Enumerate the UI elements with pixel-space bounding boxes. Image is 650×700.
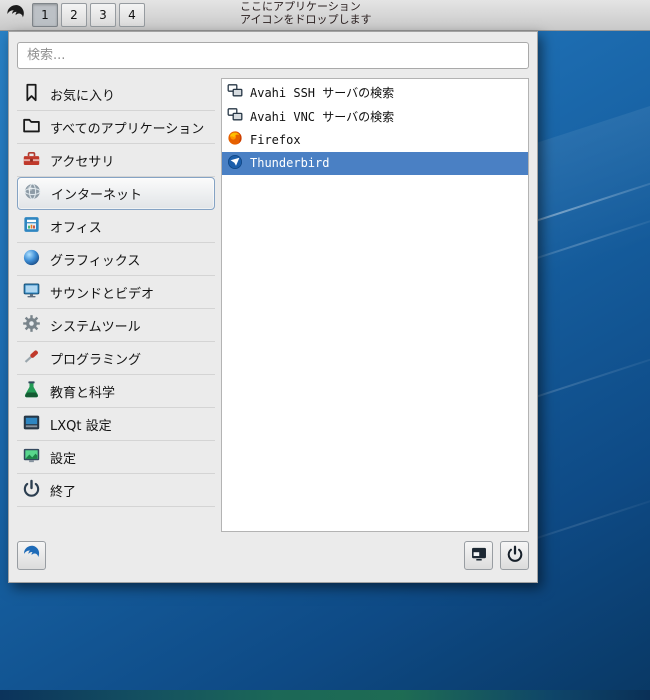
category-label: アクセサリ <box>50 154 115 170</box>
category-label: オフィス <box>50 220 102 236</box>
category-item-programming[interactable]: プログラミング <box>17 342 215 375</box>
category-item-education-science[interactable]: 教育と科学 <box>17 375 215 408</box>
power-icon <box>506 545 524 566</box>
category-label: お気に入り <box>50 88 116 104</box>
category-item-favorites[interactable]: お気に入り <box>17 78 215 111</box>
power-icon <box>22 479 41 502</box>
lxqt-logo-button[interactable] <box>17 540 46 570</box>
app-item-thunderbird[interactable]: Thunderbird <box>222 151 528 175</box>
session-buttons <box>464 540 529 570</box>
avahi-icon <box>227 107 243 126</box>
category-item-office[interactable]: オフィス <box>17 210 215 243</box>
app-label: Firefox <box>250 132 301 147</box>
app-item-avahi-vnc[interactable]: Avahi VNC サーバの検索 <box>222 105 528 129</box>
search-input[interactable] <box>17 42 529 69</box>
folder-icon <box>22 116 41 139</box>
globe-icon <box>23 182 42 205</box>
category-item-leave[interactable]: 終了 <box>17 474 215 507</box>
app-item-avahi-ssh[interactable]: Avahi SSH サーバの検索 <box>222 81 528 105</box>
category-item-accessories[interactable]: アクセサリ <box>17 144 215 177</box>
workspace-button-4[interactable]: 4 <box>119 3 145 27</box>
lxqt-bird-icon <box>21 543 42 567</box>
category-label: LXQt 設定 <box>50 418 112 434</box>
category-label: 教育と科学 <box>50 385 116 401</box>
app-label: Thunderbird <box>250 156 330 171</box>
thunderbird-icon <box>227 154 243 173</box>
flask-icon <box>22 380 41 403</box>
app-label: Avahi VNC サーバの検索 <box>250 109 395 124</box>
bookmark-icon <box>22 83 41 106</box>
firefox-icon <box>227 130 243 149</box>
category-label: 終了 <box>50 484 77 500</box>
tools-icon <box>22 347 41 370</box>
settings-icon <box>22 446 41 469</box>
category-label: プログラミング <box>50 352 142 368</box>
lxqt-settings-icon <box>22 413 41 436</box>
category-item-graphics[interactable]: グラフィックス <box>17 243 215 276</box>
category-item-all-applications[interactable]: すべてのアプリケーション <box>17 111 215 144</box>
screen-leave-icon <box>470 545 488 566</box>
category-label: グラフィックス <box>50 253 141 269</box>
category-item-lxqt-settings[interactable]: LXQt 設定 <box>17 408 215 441</box>
workspace-button-2[interactable]: 2 <box>61 3 87 27</box>
app-label: Avahi SSH サーバの検索 <box>250 86 395 101</box>
workspace-switcher: 1 2 3 4 <box>32 3 145 27</box>
category-list: お気に入り すべてのアプリケーション アクセサリ インターネット オフィス グラ… <box>17 78 215 507</box>
monitor-icon <box>22 281 41 304</box>
workspace-button-1[interactable]: 1 <box>32 3 58 27</box>
sphere-icon <box>22 248 41 271</box>
category-item-internet[interactable]: インターネット <box>17 177 215 210</box>
gear-icon <box>22 314 41 337</box>
category-item-settings[interactable]: 設定 <box>17 441 215 474</box>
category-item-system-tools[interactable]: システムツール <box>17 309 215 342</box>
avahi-icon <box>227 83 243 102</box>
category-label: サウンドとビデオ <box>50 286 155 302</box>
app-list: Avahi SSH サーバの検索 Avahi VNC サーバの検索 Firefo… <box>221 78 529 532</box>
leave-button[interactable] <box>464 540 493 570</box>
drop-hint-line2: アイコンをドロップします <box>240 12 372 26</box>
workspace-button-3[interactable]: 3 <box>90 3 116 27</box>
category-label: システムツール <box>50 319 141 335</box>
office-icon <box>22 215 41 238</box>
quicklaunch-drop-hint: ここにアプリケーション アイコンをドロップします <box>240 0 371 26</box>
top-panel: 1 2 3 4 ここにアプリケーション アイコンをドロップします <box>0 0 650 31</box>
app-item-firefox[interactable]: Firefox <box>222 128 528 152</box>
menu-footer <box>17 540 529 570</box>
category-item-sound-video[interactable]: サウンドとビデオ <box>17 276 215 309</box>
category-label: すべてのアプリケーション <box>50 121 205 137</box>
desktop-bottom-strip <box>0 690 650 700</box>
category-label: インターネット <box>51 188 143 203</box>
drop-hint-line1: ここにアプリケーション <box>240 0 361 13</box>
lxqt-bird-icon <box>4 2 27 28</box>
main-menu-button[interactable] <box>0 1 30 30</box>
category-label: 設定 <box>50 451 77 467</box>
app-menu-popup: お気に入り すべてのアプリケーション アクセサリ インターネット オフィス グラ… <box>8 31 538 583</box>
toolbox-icon <box>22 149 41 172</box>
power-button[interactable] <box>500 540 529 570</box>
